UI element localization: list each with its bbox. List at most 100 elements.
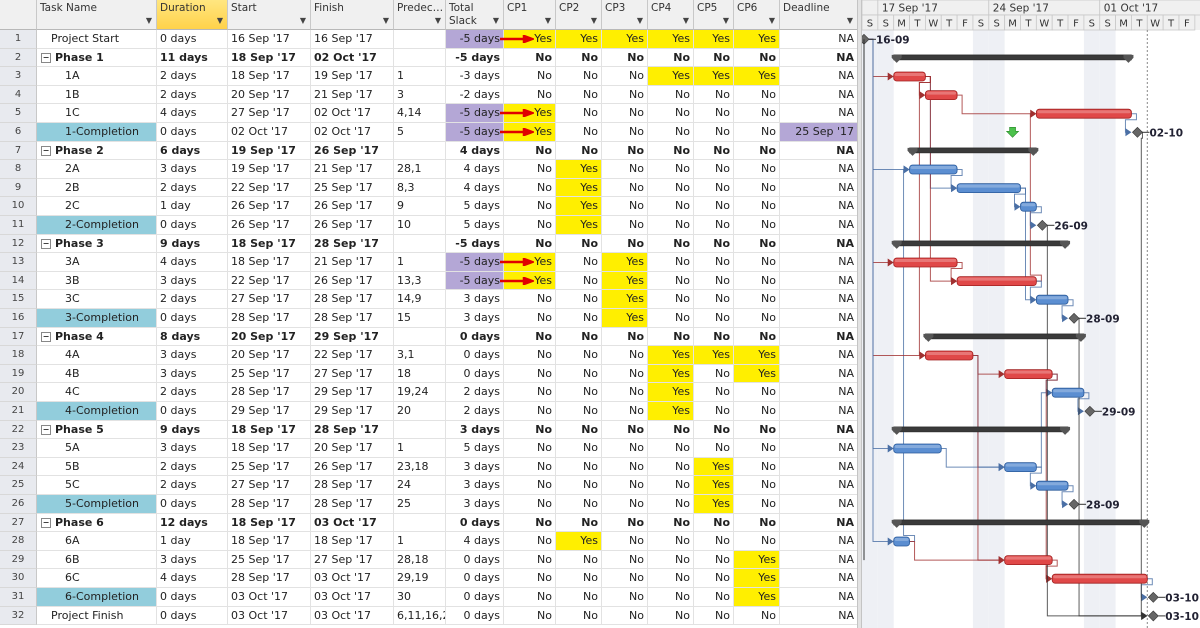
column-header-start[interactable]: Start ▼: [228, 0, 311, 30]
cell-pred[interactable]: 6,11,16,2: [394, 606, 446, 626]
cell-cp4[interactable]: No: [648, 495, 694, 514]
cell-finish[interactable]: 26 Sep '17: [311, 216, 394, 235]
cell-cp3[interactable]: No: [602, 346, 648, 365]
cell-cp1[interactable]: No: [504, 532, 556, 551]
cell-finish[interactable]: 26 Sep '17: [311, 457, 394, 477]
cell-deadline[interactable]: NA: [780, 234, 858, 254]
cell-cp6[interactable]: No: [734, 234, 780, 254]
cell-name[interactable]: 2-Completion: [37, 216, 157, 235]
cell-cp6[interactable]: No: [734, 420, 780, 440]
cell-start[interactable]: 18 Sep '17: [228, 532, 311, 551]
cell-name[interactable]: 4-Completion: [37, 402, 157, 421]
filter-dropdown-icon[interactable]: ▼: [769, 14, 775, 27]
cell-cp4[interactable]: No: [648, 606, 694, 626]
cell-cp5[interactable]: No: [694, 271, 734, 291]
cell-cp4[interactable]: No: [648, 178, 694, 198]
filter-dropdown-icon[interactable]: ▼: [383, 14, 389, 27]
row-number[interactable]: 30: [0, 569, 37, 588]
filter-dropdown-icon[interactable]: ▼: [637, 14, 643, 27]
column-header-deadline[interactable]: Deadline ▼: [780, 0, 858, 30]
cell-finish[interactable]: 21 Sep '17: [311, 253, 394, 272]
cell-pred[interactable]: [394, 420, 446, 440]
cell-cp5[interactable]: No: [694, 290, 734, 309]
cell-pred[interactable]: 10: [394, 216, 446, 235]
cell-slack[interactable]: -5 days: [446, 104, 504, 123]
cell-cp4[interactable]: No: [648, 141, 694, 161]
cell-finish[interactable]: 26 Sep '17: [311, 197, 394, 216]
cell-name[interactable]: 3C: [37, 290, 157, 309]
cell-slack[interactable]: 2 days: [446, 402, 504, 421]
cell-name[interactable]: 3-Completion: [37, 309, 157, 328]
cell-cp2[interactable]: Yes: [556, 532, 602, 551]
cell-cp6[interactable]: No: [734, 160, 780, 179]
cell-start[interactable]: 18 Sep '17: [228, 253, 311, 272]
cell-cp2[interactable]: Yes: [556, 216, 602, 235]
cell-deadline[interactable]: NA: [780, 550, 858, 570]
cell-finish[interactable]: 29 Sep '17: [311, 402, 394, 421]
cell-name[interactable]: 5B: [37, 457, 157, 477]
cell-cp1[interactable]: No: [504, 178, 556, 198]
cell-start[interactable]: 19 Sep '17: [228, 141, 311, 161]
cell-finish[interactable]: 16 Sep '17: [311, 30, 394, 49]
cell-cp2[interactable]: Yes: [556, 178, 602, 198]
cell-cp2[interactable]: No: [556, 309, 602, 328]
cell-slack[interactable]: 0 days: [446, 327, 504, 347]
cell-cp2[interactable]: No: [556, 402, 602, 421]
cell-cp1[interactable]: No: [504, 588, 556, 607]
cell-slack[interactable]: 4 days: [446, 532, 504, 551]
filter-dropdown-icon[interactable]: ▼: [545, 14, 551, 27]
cell-cp4[interactable]: No: [648, 271, 694, 291]
cell-cp4[interactable]: No: [648, 234, 694, 254]
cell-pred[interactable]: 5: [394, 123, 446, 142]
cell-slack[interactable]: 0 days: [446, 606, 504, 626]
cell-cp5[interactable]: No: [694, 309, 734, 328]
row-number[interactable]: 6: [0, 123, 37, 142]
filter-dropdown-icon[interactable]: ▼: [300, 14, 306, 27]
cell-deadline[interactable]: NA: [780, 104, 858, 123]
cell-cp1[interactable]: No: [504, 495, 556, 514]
row-number[interactable]: 11: [0, 216, 37, 235]
cell-start[interactable]: 20 Sep '17: [228, 327, 311, 347]
cell-duration[interactable]: 0 days: [157, 309, 228, 328]
cell-deadline[interactable]: NA: [780, 197, 858, 216]
row-number[interactable]: 19: [0, 364, 37, 384]
cell-deadline[interactable]: NA: [780, 216, 858, 235]
cell-pred[interactable]: 4,14: [394, 104, 446, 123]
cell-pred[interactable]: 1: [394, 253, 446, 272]
row-number[interactable]: 20: [0, 383, 37, 402]
cell-name[interactable]: 6-Completion: [37, 588, 157, 607]
cell-finish[interactable]: 28 Sep '17: [311, 420, 394, 440]
cell-cp1[interactable]: No: [504, 141, 556, 161]
cell-cp6[interactable]: Yes: [734, 569, 780, 588]
cell-pred[interactable]: 14,9: [394, 290, 446, 309]
column-header-duration[interactable]: Duration ▼: [157, 0, 228, 30]
cell-slack[interactable]: 0 days: [446, 364, 504, 384]
cell-cp3[interactable]: No: [602, 85, 648, 105]
column-header-cp3[interactable]: CP3 ▼: [602, 0, 648, 30]
cell-cp5[interactable]: No: [694, 402, 734, 421]
cell-cp5[interactable]: No: [694, 420, 734, 440]
cell-finish[interactable]: 19 Sep '17: [311, 67, 394, 86]
cell-start[interactable]: 18 Sep '17: [228, 420, 311, 440]
cell-pred[interactable]: 1: [394, 532, 446, 551]
cell-cp5[interactable]: No: [694, 104, 734, 123]
cell-cp3[interactable]: No: [602, 532, 648, 551]
cell-deadline[interactable]: NA: [780, 327, 858, 347]
cell-cp1[interactable]: No: [504, 402, 556, 421]
cell-slack[interactable]: 4 days: [446, 178, 504, 198]
cell-start[interactable]: 20 Sep '17: [228, 85, 311, 105]
cell-start[interactable]: 18 Sep '17: [228, 48, 311, 68]
cell-cp2[interactable]: No: [556, 290, 602, 309]
cell-deadline[interactable]: NA: [780, 476, 858, 495]
row-number[interactable]: 9: [0, 178, 37, 198]
cell-cp3[interactable]: No: [602, 364, 648, 384]
cell-name[interactable]: − Phase 3: [37, 234, 157, 254]
cell-deadline[interactable]: NA: [780, 67, 858, 86]
cell-name[interactable]: − Phase 5: [37, 420, 157, 440]
cell-cp4[interactable]: No: [648, 532, 694, 551]
cell-cp5[interactable]: No: [694, 141, 734, 161]
cell-cp3[interactable]: No: [602, 513, 648, 533]
cell-slack[interactable]: 0 days: [446, 346, 504, 365]
cell-cp3[interactable]: No: [602, 550, 648, 570]
cell-cp3[interactable]: No: [602, 606, 648, 626]
